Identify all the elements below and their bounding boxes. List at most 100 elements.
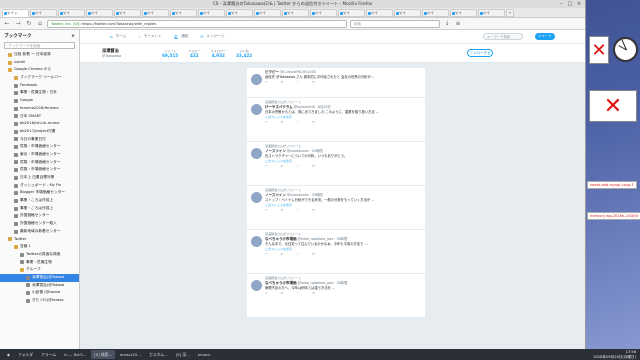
taskbar-app[interactable]: アラーム — [38, 350, 59, 359]
bookmark-item[interactable]: 危険・市場価格センター — [0, 166, 79, 174]
follow-button[interactable]: フォローする — [467, 49, 493, 57]
nav-notifications[interactable]: 🔔︎ 通知 — [174, 34, 189, 39]
bookmark-item[interactable]: vstrell — [0, 59, 79, 67]
tweet[interactable]: ピクピー @CulturalPSCHOLESS 返信先 @Takazawa さん … — [247, 68, 425, 98]
home-icon[interactable]: ⌂ — [36, 20, 44, 28]
tab-10[interactable]: ツイ — [282, 8, 309, 17]
bookmark-item[interactable]: 事業・危機生物 — [0, 259, 79, 267]
tab-16[interactable]: ツイ — [450, 8, 477, 17]
downloads-icon[interactable]: ↓ — [443, 20, 451, 28]
new-tab-button[interactable]: + — [506, 8, 514, 17]
bookmark-item[interactable]: 東京・市場価格センター — [0, 151, 79, 159]
avatar[interactable] — [251, 192, 262, 203]
tab-4[interactable]: ツイ — [114, 8, 141, 17]
twitter-search-input[interactable]: キーワード検索 — [483, 33, 523, 40]
taskbar-app[interactable]: emacs25... — [117, 350, 144, 359]
bookmark-item[interactable]: 日経 新着 ー 日本経済 — [0, 51, 79, 59]
tab-11[interactable]: ツイ — [310, 8, 337, 17]
tab-8[interactable]: ツイ — [226, 8, 253, 17]
avatar[interactable] — [251, 74, 262, 85]
taskbar-app[interactable]: カスタム... — [146, 350, 171, 359]
note-widget-2[interactable]: ✕ — [589, 90, 637, 122]
tweet[interactable]: 深澤賢治さんがリツイート けーやスペクラム @jaymonth8 · 8月29日日… — [247, 98, 425, 142]
task-label-2[interactable]: memory-wg-2018e-2018(V — [587, 212, 640, 220]
tab-6[interactable]: ツイ — [170, 8, 197, 17]
bookmark-item[interactable]: グループ — [0, 266, 79, 274]
profile-stat[interactable]: フォロー 422 — [188, 48, 200, 58]
taskbar-app[interactable]: [S] 検索... — [91, 350, 116, 359]
task-label-1[interactable]: tweet-add-mysql-cong-F — [587, 181, 637, 189]
window-titlebar[interactable]: CS - 深澤賢治のTakazawa(2)& | Twitter からの返信付き… — [0, 0, 585, 8]
close-icon[interactable]: × — [71, 34, 75, 39]
bookmark-item[interactable]: bb2017/project付書 — [0, 128, 79, 136]
tab-5[interactable]: ツイ — [142, 8, 169, 17]
nav-home[interactable]: ⌂ ホーム — [110, 34, 126, 39]
bookmark-item[interactable]: Google Chrome から — [0, 66, 79, 74]
avatar[interactable] — [251, 104, 262, 115]
back-icon[interactable]: ← — [3, 20, 11, 28]
bookmark-search-input[interactable]: ブックマークを検索 — [4, 42, 75, 49]
tweet[interactable]: 深澤賢治さんがリツイート ノースツイン @snowbunes · 29時間 ストップ… — [247, 186, 425, 230]
avatar[interactable] — [251, 280, 262, 291]
tab-15[interactable]: ツイ — [422, 8, 449, 17]
bookmark-item[interactable]: 危険・市場価格センター — [0, 159, 79, 167]
bookmark-item[interactable]: 深澤賢治(@Takaza — [0, 282, 79, 290]
start-menu-icon[interactable]: ◆ — [4, 350, 13, 359]
profile-stat[interactable]: いいね 33,422 — [236, 48, 252, 58]
bookmark-item[interactable]: 事業・ころは作成上 — [0, 197, 79, 205]
nav-moments[interactable]: ⚡ モーメント — [138, 34, 161, 39]
tab-14[interactable]: ツイ — [394, 8, 421, 17]
taskbar-app[interactable]: In — Bd:S... — [61, 350, 89, 359]
tab-13[interactable]: ツイ — [366, 8, 393, 17]
tweet[interactable]: 深澤賢治さんがリツイート なべちゃう@市場価 @mike_nabetaro_jaz… — [247, 230, 425, 274]
bookmark-item[interactable]: 事業・危機生物・日本 — [0, 89, 79, 97]
tweet[interactable]: 深澤賢治さんがリツイート ノースツイン @snowbunes · 29時間 石ストラ… — [247, 142, 425, 186]
tab-17[interactable]: ツイ — [478, 8, 505, 17]
tab-9[interactable]: ツイ — [254, 8, 281, 17]
close-icon[interactable]: × — [576, 1, 582, 7]
tab-0[interactable]: ツイッ — [2, 8, 29, 17]
search-input[interactable]: 検索 — [350, 19, 440, 28]
bookmark-item[interactable]: 危険・市場価格センター — [0, 143, 79, 151]
bookmark-item[interactable]: 深澤賢治(@Takaza — [0, 273, 79, 282]
note-widget[interactable]: ✕ — [589, 36, 609, 64]
tab-2[interactable]: ツイ — [58, 8, 85, 17]
bookmark-item[interactable]: 外国価格センター — [0, 212, 79, 220]
bookmark-item[interactable]: 外国価格センター取入 — [0, 220, 79, 228]
bookmark-item[interactable]: Twitterの真面な検索 — [0, 251, 79, 259]
tweet[interactable]: 深澤賢治さんがリツイート なべちゃう@市場価 @mike_nabetaro_jaz… — [247, 274, 425, 318]
bookmark-item[interactable]: 日本上 白書目標対策 — [0, 174, 79, 182]
bookmark-item[interactable]: ブックマーク ツールバー — [0, 74, 79, 82]
bookmark-item[interactable]: 日本 SMART — [0, 113, 79, 121]
taskbar-app[interactable]: emacs — [195, 350, 213, 359]
bookmark-item[interactable]: 言議 1 — [0, 243, 79, 251]
tab-3[interactable]: ツイ — [86, 8, 113, 17]
taskbar-app[interactable]: フォルダ — [15, 350, 36, 359]
bookmark-item[interactable]: 小倉雪 (@iwane — [0, 289, 79, 297]
bookmark-item[interactable]: fenomo2018/fenomo — [0, 105, 79, 113]
avatar[interactable] — [251, 236, 262, 247]
taskbar-app[interactable]: [S] 深... — [173, 350, 193, 359]
profile-stat[interactable]: フォロワー 4,932 — [211, 48, 226, 58]
profile-name[interactable]: 深澤賢治 @Takazawa — [102, 48, 148, 58]
reload-icon[interactable]: ↻ — [25, 20, 33, 28]
bookmark-item[interactable]: bb2018/ishi-ei-aruma — [0, 120, 79, 128]
profile-stat[interactable]: ツイート 69,515 — [162, 48, 178, 58]
bookmark-item[interactable]: Blogger 市場価格センター — [0, 189, 79, 197]
bookmark-item[interactable]: 今日の事業日付 — [0, 136, 79, 144]
bookmark-item[interactable]: ダッシュボード - My Fin — [0, 182, 79, 190]
tab-1[interactable]: ツイ — [30, 8, 57, 17]
nav-messages[interactable]: ✉ メッセージ — [200, 34, 224, 39]
url-bar[interactable]: Twitter, Inc. (US) https://twitter.com/T… — [47, 19, 347, 28]
menu-icon[interactable]: ≡ — [454, 20, 462, 28]
maximize-icon[interactable]: □ — [567, 1, 573, 7]
tweet-button[interactable]: ツイート — [535, 33, 555, 40]
tab-7[interactable]: ツイ — [198, 8, 225, 17]
taskbar-clock[interactable]: 17:56 2018年09月24日(月曜日) — [593, 350, 640, 359]
tab-12[interactable]: ツイ — [338, 8, 365, 17]
bookmark-item[interactable]: ぎたソロ(@teraso — [0, 297, 79, 305]
avatar[interactable] — [251, 148, 262, 159]
sidebar-title[interactable]: ブックマーク — [4, 33, 32, 39]
bookmark-item[interactable]: Twitter — [0, 236, 79, 244]
bookmark-item[interactable]: Facebook — [0, 82, 79, 90]
